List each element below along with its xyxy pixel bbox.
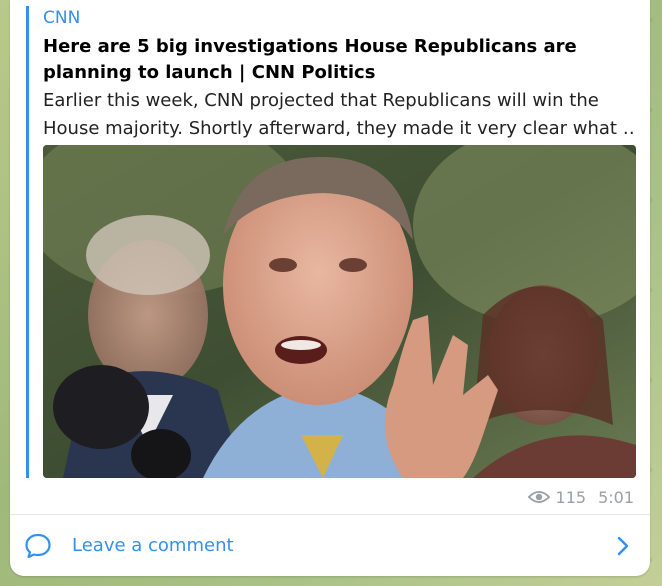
preview-site-name: CNN (43, 8, 81, 28)
preview-image[interactable] (43, 145, 636, 478)
speech-bubble-icon (25, 533, 51, 558)
leave-comment-label: Leave a comment (72, 535, 234, 556)
chevron-right-icon (617, 536, 629, 555)
preview-description-line-1: Earlier this week, CNN projected that Re… (43, 90, 599, 111)
eye-icon (527, 491, 550, 503)
news-photo (43, 145, 636, 478)
link-preview[interactable]: CNN Here are 5 big investigations House … (26, 6, 636, 478)
message-meta: 115 5:01 (527, 487, 634, 507)
preview-title: Here are 5 big investigations House Repu… (43, 36, 577, 83)
message-time: 5:01 (598, 487, 634, 507)
leave-comment-button[interactable]: Leave a comment (10, 515, 650, 576)
view-count: 115 (555, 487, 587, 507)
preview-description-line-2: House majority. Shortly afterward, they … (43, 118, 634, 139)
channel-post-bubble: CNN Here are 5 big investigations House … (10, 0, 650, 576)
